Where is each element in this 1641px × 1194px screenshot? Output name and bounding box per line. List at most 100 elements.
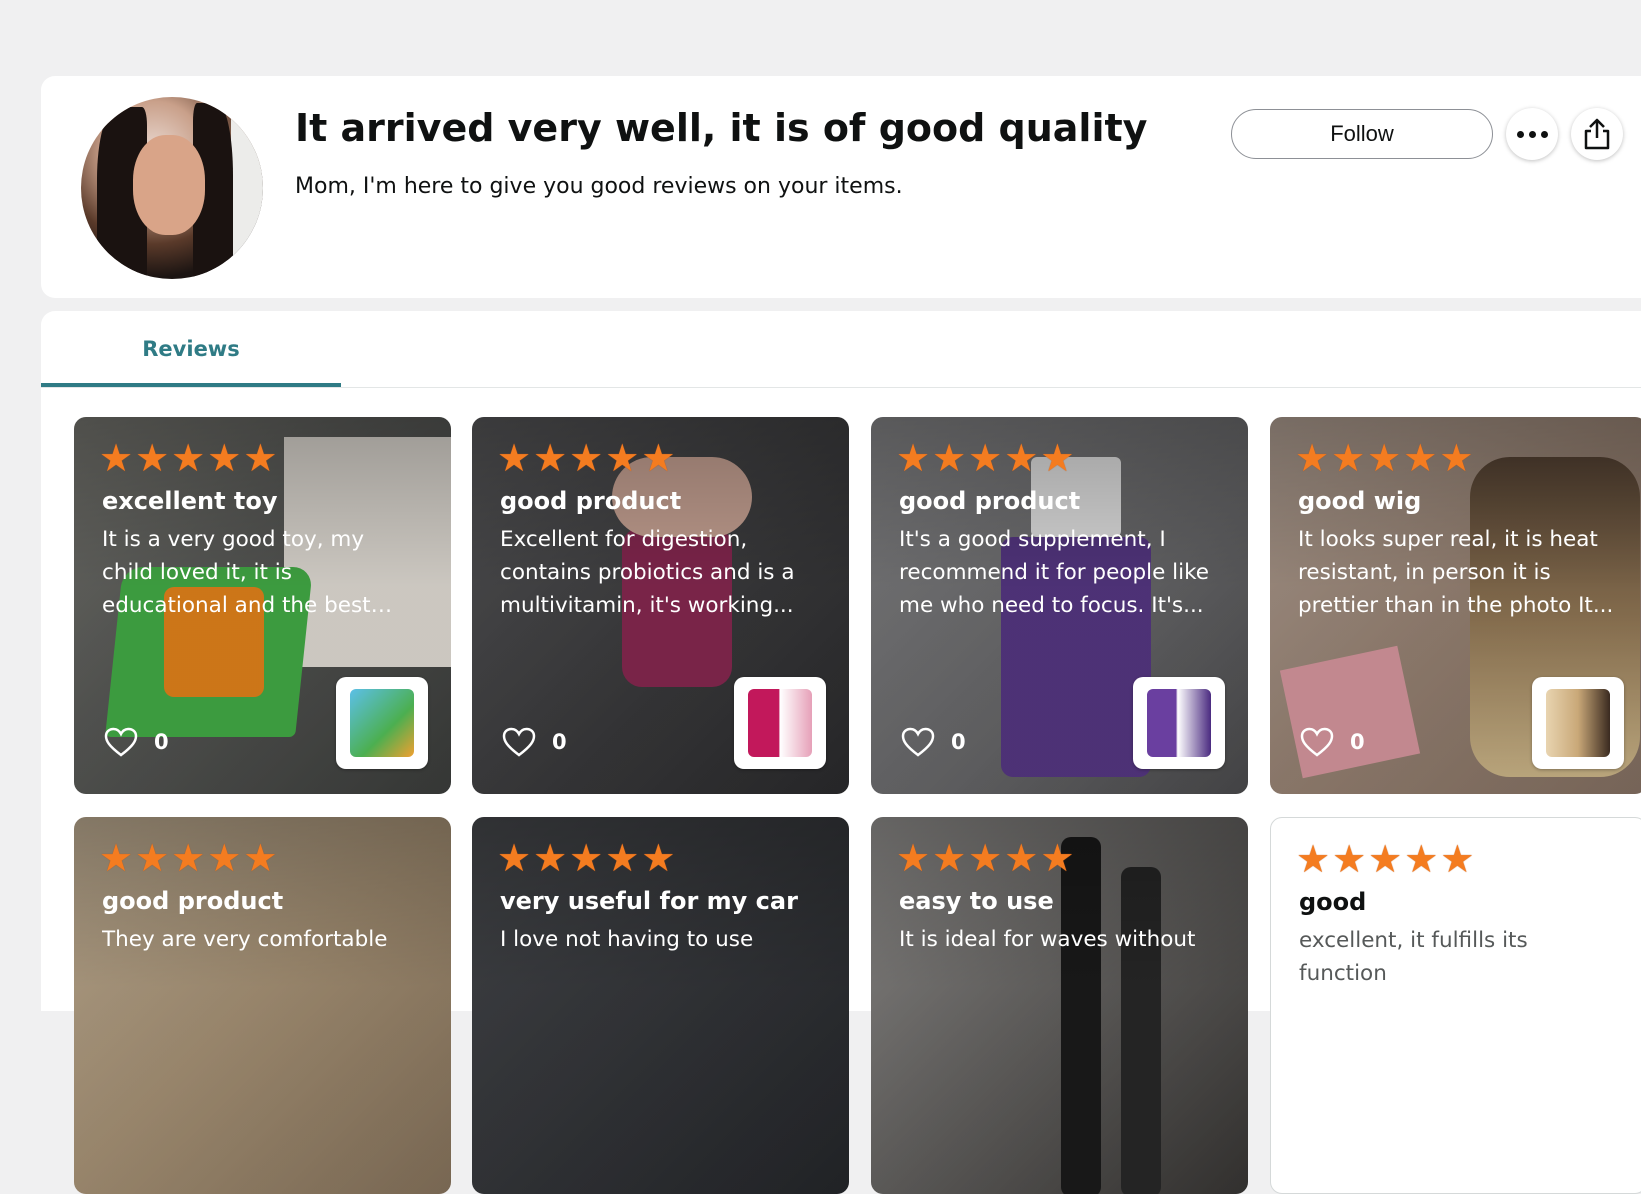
review-body: excellent, it fulfills its function [1299,928,1528,986]
star-icon: ★ [1040,836,1075,880]
heart-icon [901,727,935,757]
star-icon: ★ [1296,837,1331,881]
star-icon: ★ [932,836,967,880]
review-body: It is ideal for waves without [899,927,1196,952]
star-icon: ★ [207,436,242,480]
tab-bar: Reviews [41,311,1641,388]
review-card[interactable]: ★ ★ ★ ★ ★ excellent toy It is a very good to… [74,417,451,794]
review-card[interactable]: ★ ★ ★ ★ ★ good wig It looks super real, it i… [1270,417,1641,794]
star-icon: ★ [1403,436,1438,480]
star-icon: ★ [1367,436,1402,480]
review-body: It is a very good toy, my child loved it… [102,527,371,618]
star-icon: ★ [1368,837,1403,881]
like-count: 0 [951,730,966,754]
review-body: It looks super real, it is heat resistan… [1298,527,1614,618]
tab-reviews[interactable]: Reviews [41,311,341,387]
star-rating: ★ ★ ★ ★ ★ [1296,840,1474,878]
review-card[interactable]: ★ ★ ★ ★ ★ good product It's a good supplemen… [871,417,1248,794]
star-icon: ★ [99,836,134,880]
share-button[interactable] [1571,108,1623,160]
star-icon: ★ [641,836,676,880]
profile-card: It arrived very well, it is of good qual… [41,76,1641,298]
star-icon: ★ [135,836,170,880]
star-icon: ★ [968,836,1003,880]
review-title: good [1299,888,1367,916]
review-card[interactable]: ★ ★ ★ ★ ★ good excellent, it fulfills its fu… [1270,817,1641,1194]
star-icon: ★ [533,836,568,880]
avatar[interactable] [81,97,263,279]
heart-icon [1300,727,1334,757]
star-icon: ★ [497,836,532,880]
star-icon: ★ [569,436,604,480]
heart-icon [104,727,138,757]
star-icon: ★ [896,836,931,880]
star-icon: ★ [1332,837,1367,881]
review-card[interactable]: ★ ★ ★ ★ ★ very useful for my car I love not … [472,817,849,1194]
profile-bio: Mom, I'm here to give you good reviews o… [295,174,903,199]
like-count: 0 [154,730,169,754]
review-body: They are very comfortable [102,927,388,952]
star-icon: ★ [932,436,967,480]
star-icon: ★ [1404,837,1439,881]
star-icon: ★ [243,436,278,480]
review-title: good product [102,887,284,915]
star-rating: ★ ★ ★ ★ ★ [99,439,277,477]
star-icon: ★ [99,436,134,480]
follow-button[interactable]: Follow [1231,109,1493,159]
star-rating: ★ ★ ★ ★ ★ [1295,439,1473,477]
profile-name: It arrived very well, it is of good qual… [295,106,1148,150]
review-title: good product [899,487,1081,515]
star-icon: ★ [968,436,1003,480]
review-title: easy to use [899,887,1054,915]
star-icon: ★ [497,436,532,480]
product-thumbnail[interactable] [336,677,428,769]
star-icon: ★ [605,436,640,480]
share-icon [1584,118,1610,150]
like-count: 0 [552,730,567,754]
product-thumbnail[interactable] [734,677,826,769]
product-thumbnail[interactable] [1532,677,1624,769]
star-icon: ★ [1004,836,1039,880]
star-icon: ★ [1439,436,1474,480]
star-icon: ★ [1295,436,1330,480]
review-title: good product [500,487,682,515]
like-button[interactable]: 0 [502,727,567,757]
review-card[interactable]: ★ ★ ★ ★ ★ easy to use It is ideal for waves … [871,817,1248,1194]
review-body: Excellent for digestion, contains probio… [500,527,795,618]
review-title: good wig [1298,487,1422,515]
star-icon: ★ [1004,436,1039,480]
review-title: excellent toy [102,487,278,515]
star-icon: ★ [1440,837,1475,881]
star-rating: ★ ★ ★ ★ ★ [497,839,675,877]
star-icon: ★ [896,436,931,480]
more-options-button[interactable] [1506,108,1558,160]
star-icon: ★ [605,836,640,880]
like-button[interactable]: 0 [1300,727,1365,757]
review-card[interactable]: ★ ★ ★ ★ ★ good product They are very comfort… [74,817,451,1194]
star-icon: ★ [135,436,170,480]
star-icon: ★ [243,836,278,880]
review-title: very useful for my car [500,887,798,915]
star-rating: ★ ★ ★ ★ ★ [497,439,675,477]
star-icon: ★ [1040,436,1075,480]
star-icon: ★ [569,836,604,880]
like-button[interactable]: 0 [901,727,966,757]
star-rating: ★ ★ ★ ★ ★ [99,839,277,877]
review-body: It's a good supplement, I recommend it f… [899,527,1209,618]
star-icon: ★ [533,436,568,480]
star-rating: ★ ★ ★ ★ ★ [896,439,1074,477]
review-card[interactable]: ★ ★ ★ ★ ★ good product Excellent for digesti… [472,417,849,794]
like-button[interactable]: 0 [104,727,169,757]
star-icon: ★ [171,436,206,480]
more-horizontal-icon [1516,130,1548,138]
star-icon: ★ [1331,436,1366,480]
active-tab-indicator [41,383,341,387]
star-icon: ★ [641,436,676,480]
star-rating: ★ ★ ★ ★ ★ [896,839,1074,877]
like-count: 0 [1350,730,1365,754]
review-body: I love not having to use [500,927,754,952]
star-icon: ★ [171,836,206,880]
product-thumbnail[interactable] [1133,677,1225,769]
reviews-section: Reviews ★ ★ ★ ★ ★ excellent toy It is a very… [41,311,1641,1194]
star-icon: ★ [207,836,242,880]
